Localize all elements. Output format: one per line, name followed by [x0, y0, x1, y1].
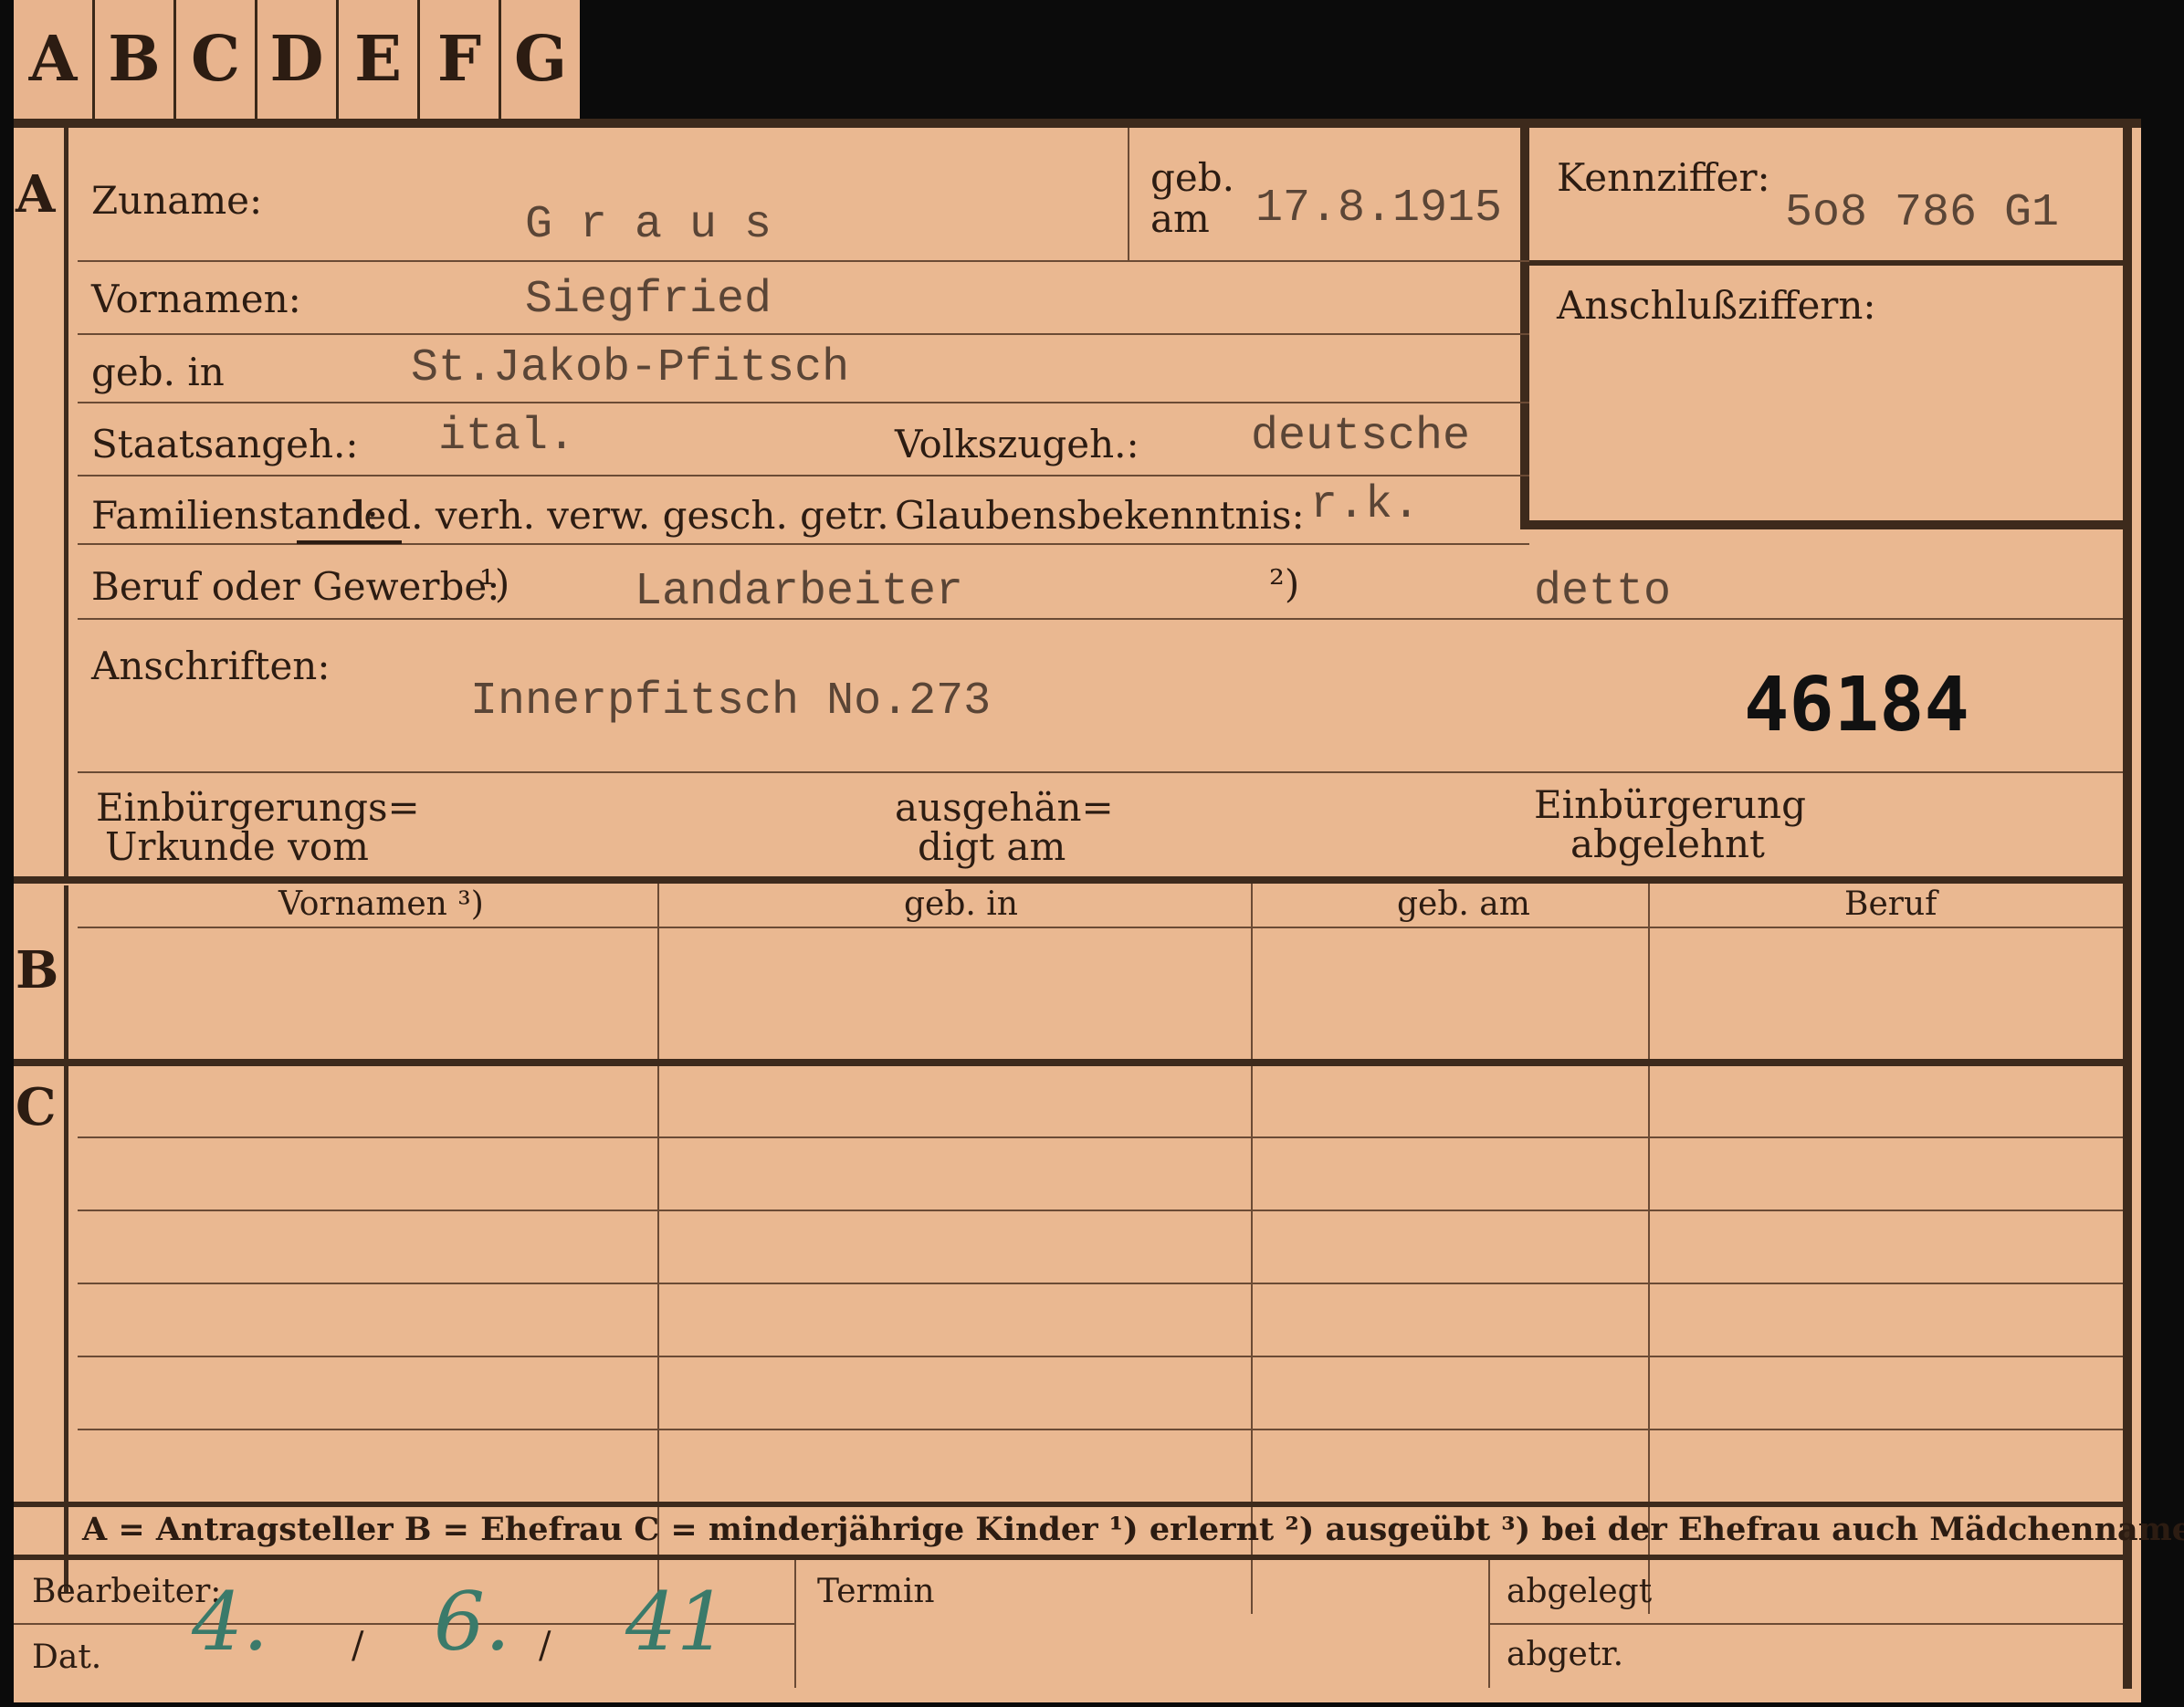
termin-label: Termin: [817, 1573, 935, 1610]
glaubensbekenntnis-label: Glaubensbekenntnis:: [895, 493, 1305, 538]
row-line: [78, 543, 1529, 545]
tab-f[interactable]: F: [420, 0, 501, 119]
tab-d[interactable]: D: [257, 0, 339, 119]
section-b-top: [14, 876, 2123, 884]
footer-row-line: [1488, 1623, 2123, 1625]
footer-col-line: [794, 1560, 796, 1688]
note-1: ¹): [479, 561, 510, 606]
geb-in-label: geb. in: [91, 350, 225, 394]
anschrift-value: Innerpfitsch No.273: [470, 675, 992, 728]
table-header-line: [78, 927, 2123, 928]
vornamen-label: Vornamen:: [91, 277, 301, 321]
section-divider: [64, 128, 68, 876]
kennziffer-divider: [1529, 260, 2123, 266]
abgetr-label: abgetr.: [1507, 1636, 1624, 1673]
table-header-beruf: Beruf: [1844, 885, 1937, 923]
geb-am-value: 17.8.1915: [1255, 183, 1503, 235]
beruf-ausgeuebt-value: detto: [1534, 566, 1672, 618]
tab-c[interactable]: C: [176, 0, 257, 119]
ausgehaendigt-label-1: ausgehän=: [895, 785, 1114, 830]
row-line: [78, 475, 1529, 476]
legend-bottom: [14, 1555, 2123, 1560]
table-row-line: [78, 1136, 2123, 1138]
familienstand-underline: [297, 540, 402, 544]
section-c-top: [14, 1059, 2123, 1066]
tab-e[interactable]: E: [339, 0, 420, 119]
dat-label: Dat.: [32, 1639, 102, 1676]
tab-g[interactable]: G: [501, 0, 580, 119]
table-header-geb-in: geb. in: [904, 885, 1018, 923]
row-line: [78, 771, 2123, 773]
tab-a[interactable]: A: [14, 0, 95, 119]
einbuergerung-abgelehnt-label-2: abgelehnt: [1570, 822, 1765, 866]
row-line: [78, 333, 1529, 335]
table-header-vornamen: Vornamen ³): [278, 885, 484, 923]
geb-in-value: St.Jakob-Pfitsch: [411, 342, 850, 394]
abgelegt-label: abgelegt: [1507, 1573, 1653, 1610]
glaubensbekenntnis-value: r.k.: [1310, 479, 1421, 531]
table-row-line: [78, 1429, 2123, 1430]
table-row-line: [78, 1356, 2123, 1357]
section-label-b: B: [16, 940, 59, 1000]
vornamen-value: Siegfried: [525, 274, 772, 326]
note-2: ²): [1269, 561, 1300, 606]
kennziffer-label: Kennziffer:: [1557, 155, 1770, 200]
volkszugeh-label: Volkszugeh.:: [895, 422, 1139, 466]
table-row-line: [78, 1210, 2123, 1211]
table-row-line: [78, 1283, 2123, 1284]
kennziffer-value: 5o8 786 G1: [1785, 187, 2060, 239]
staatsangeh-value: ital.: [438, 411, 576, 463]
row-line: [78, 260, 1529, 262]
date-separator: /: [539, 1625, 551, 1667]
familienstand-options: led. verh. verw. gesch. getr.: [352, 493, 889, 538]
section-divider: [64, 885, 68, 1593]
einbuergerungsurkunde-label-1: Einbürgerungs=: [96, 785, 420, 830]
anschriften-label: Anschriften:: [91, 644, 331, 688]
ausgehaendigt-label-2: digt am: [918, 824, 1066, 869]
legend-top: [14, 1502, 2123, 1507]
section-label-c: C: [16, 1077, 57, 1137]
legend: A = Antragsteller B = Ehefrau C = minder…: [82, 1511, 2184, 1548]
staatsangeh-label: Staatsangeh.:: [91, 422, 359, 466]
tab-b[interactable]: B: [95, 0, 176, 119]
date-separator: /: [352, 1625, 364, 1667]
zuname-label: Zuname:: [91, 178, 263, 223]
registration-card: A B C Kennziffer: 5o8 786 G1 Anschlußzif…: [14, 119, 2184, 1702]
col-line: [1128, 128, 1129, 260]
volkszugeh-value: deutsche: [1251, 411, 1471, 463]
stamp-number: 46184: [1744, 662, 1969, 749]
familienstand-label: Familienstand:: [91, 493, 379, 538]
anschlussziffern-label: Anschlußziffern:: [1557, 283, 1876, 328]
date-year: 41: [625, 1575, 728, 1669]
table-header-geb-am: geb. am: [1397, 885, 1530, 923]
einbuergerung-abgelehnt-label-1: Einbürgerung: [1534, 782, 1806, 827]
row-line: [78, 402, 1529, 403]
zuname-value: G r a u s: [525, 199, 772, 251]
beruf-label: Beruf oder Gewerbe:: [91, 564, 500, 609]
register-tabs: A B C D E F G: [14, 0, 580, 119]
row-line: [78, 618, 2123, 620]
einbuergerungsurkunde-label-2: Urkunde vom: [105, 824, 369, 869]
beruf-erlernt-value: Landarbeiter: [635, 566, 964, 618]
am-label: am: [1150, 196, 1210, 241]
section-label-a: A: [16, 164, 56, 225]
date-day: 4.: [192, 1575, 268, 1669]
date-month: 6.: [434, 1575, 510, 1669]
geb-label: geb.: [1150, 155, 1234, 200]
